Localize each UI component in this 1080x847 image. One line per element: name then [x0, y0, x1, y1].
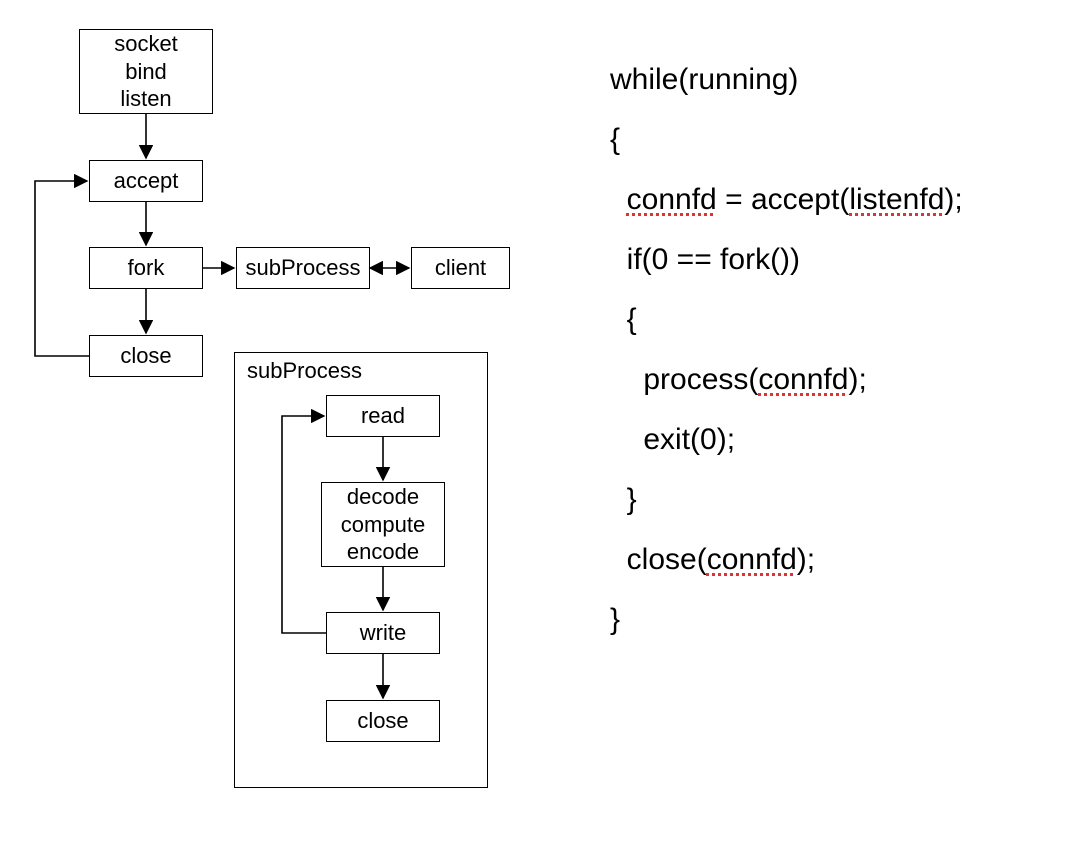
code-line-6: process(connfd); — [610, 350, 963, 410]
code-text: if(0 == fork()) — [610, 243, 800, 276]
code-line-8: } — [610, 470, 963, 530]
code-text: } — [610, 603, 620, 636]
code-text-underlined: connfd — [758, 363, 848, 396]
box-accept: accept — [89, 160, 203, 202]
code-text: { — [610, 123, 620, 156]
code-line-10: } — [610, 590, 963, 650]
box-label: read — [361, 402, 405, 430]
code-line-5: { — [610, 290, 963, 350]
code-line-4: if(0 == fork()) — [610, 230, 963, 290]
code-line-3: connfd = accept(listenfd); — [610, 170, 963, 230]
box-label: close — [357, 707, 408, 735]
code-line-7: exit(0); — [610, 410, 963, 470]
code-text: ); — [848, 363, 866, 396]
arrow-close-loop-accept — [35, 181, 89, 356]
code-text-underlined: connfd — [707, 543, 797, 576]
box-subprocess: subProcess — [236, 247, 370, 289]
box-label: decode compute encode — [341, 483, 425, 566]
box-client: client — [411, 247, 510, 289]
box-label: socket bind listen — [114, 30, 178, 113]
box-label: fork — [128, 254, 165, 282]
code-line-2: { — [610, 110, 963, 170]
code-text: close( — [610, 543, 707, 576]
box-socket-bind-listen: socket bind listen — [79, 29, 213, 114]
code-line-9: close(connfd); — [610, 530, 963, 590]
box-label: client — [435, 254, 486, 282]
code-text: = accept( — [717, 183, 850, 216]
box-close-main: close — [89, 335, 203, 377]
box-write: write — [326, 612, 440, 654]
box-label: accept — [114, 167, 179, 195]
code-text: ); — [944, 183, 962, 216]
box-label: write — [360, 619, 406, 647]
code-text-underlined: listenfd — [849, 183, 944, 216]
box-fork: fork — [89, 247, 203, 289]
code-text: process( — [610, 363, 758, 396]
code-text: } — [610, 483, 637, 516]
code-text: { — [610, 303, 637, 336]
subprocess-container-label: subProcess — [247, 358, 362, 384]
code-text: ); — [797, 543, 815, 576]
box-label: close — [120, 342, 171, 370]
code-text: while(running) — [610, 63, 798, 96]
code-block: while(running) { connfd = accept(listenf… — [610, 50, 963, 650]
code-text-underlined: connfd — [627, 183, 717, 216]
box-decode-compute-encode: decode compute encode — [321, 482, 445, 567]
code-text — [610, 183, 627, 216]
code-line-1: while(running) — [610, 50, 963, 110]
box-read: read — [326, 395, 440, 437]
box-label: subProcess — [246, 254, 361, 282]
box-close-sub: close — [326, 700, 440, 742]
code-text: exit(0); — [610, 423, 735, 456]
